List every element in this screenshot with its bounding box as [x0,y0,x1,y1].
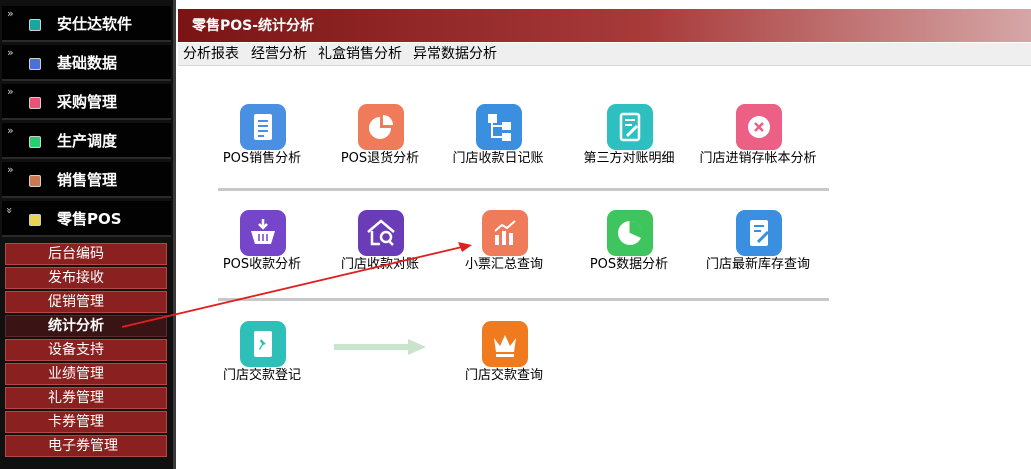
tile-pos-sales-analysis[interactable]: POS销售分析 [197,104,327,192]
module-icon [29,58,41,70]
tab-analysis-reports[interactable]: 分析报表 [183,45,239,63]
close-icon [736,104,782,150]
sidebar: » 安仕达软件 » 基础数据 » 采购管理 » 生产调度 » 销售管理 » 零售… [0,0,176,469]
sidebar-menu-label: 安仕达软件 [57,15,133,33]
tab-abnormal-data[interactable]: 异常数据分析 [413,45,497,63]
tab-gift-box-sales[interactable]: 礼盒销售分析 [318,45,402,63]
notebook-icon [607,104,653,150]
chevron-icon: » [7,7,14,20]
sidebar-menu-label: 生产调度 [57,132,118,150]
sidebar-item-publish-receive[interactable]: 发布接收 [5,267,167,289]
module-icon [29,175,41,187]
tile-receipt-summary[interactable]: 小票汇总查询 [439,210,569,298]
title-bar: 零售POS-统计分析 [178,9,1031,42]
module-icon [29,19,41,31]
flow-arrow [334,339,426,355]
tile-store-deposit-query[interactable]: 门店交款查询 [439,321,569,409]
sidebar-item-statistics[interactable]: 统计分析 [5,315,167,337]
tile-store-deposit-register[interactable]: 门店交款登记 [197,321,327,409]
tile-pos-payment-analysis[interactable]: POS收款分析 [197,210,327,298]
module-icon [29,136,41,148]
page-title: 零售POS-统计分析 [192,18,315,34]
edit-document-icon [736,210,782,256]
tile-label: 门店收款日记账 [452,151,544,166]
sidebar-item-device[interactable]: 设备支持 [5,339,167,361]
tile-label: 门店最新库存查询 [705,257,810,272]
tile-store-payment-reconciliation[interactable]: 门店收款对账 [315,210,445,298]
crown-icon [482,321,528,367]
sidebar-item-label: 后台编码 [48,246,104,262]
sidebar-item-label: 统计分析 [48,318,104,334]
sidebar-item-performance[interactable]: 业绩管理 [5,363,167,385]
sidebar-item-backend-code[interactable]: 后台编码 [5,243,167,265]
tile-label: POS数据分析 [589,257,669,272]
tile-pos-data-analysis[interactable]: POS数据分析 [564,210,694,298]
sidebar-menu-label: 基础数据 [57,54,118,72]
tile-store-latest-inventory[interactable]: 门店最新库存查询 [693,210,823,298]
bar-chart-icon [482,210,528,256]
tile-label: POS销售分析 [222,151,302,166]
tile-third-party-reconciliation[interactable]: 第三方对账明细 [564,104,694,192]
chevron-icon: » [7,124,14,137]
sidebar-menu-production[interactable]: » 生产调度 [2,123,171,159]
basket-icon [240,210,286,256]
tile-label: 门店交款查询 [464,368,543,383]
pie-chart-icon [607,210,653,256]
house-search-icon [358,210,404,256]
tile-label: 小票汇总查询 [464,257,543,272]
tile-label: 门店交款登记 [222,368,301,383]
tile-label: 门店收款对账 [340,257,419,272]
sidebar-menu-label: 采购管理 [57,93,118,111]
sidebar-menu-label: 零售POS [57,210,122,228]
module-icon [29,214,41,226]
chevron-icon: » [7,85,14,98]
tile-store-cash-journal[interactable]: 门店收款日记账 [433,104,563,192]
tile-label: 门店进销存帐本分析 [699,151,817,166]
hierarchy-icon [476,104,522,150]
sidebar-item-label: 卡券管理 [48,414,104,430]
module-icon [29,97,41,109]
tile-store-inventory-ledger[interactable]: 门店进销存帐本分析 [693,104,823,192]
sidebar-item-label: 电子券管理 [48,438,118,454]
pin-icon [240,321,286,367]
chevron-icon: » [7,46,14,59]
tile-label: POS收款分析 [222,257,302,272]
sidebar-menu-sales[interactable]: » 销售管理 [2,162,171,198]
pie-chart-icon [358,104,404,150]
sidebar-item-label: 设备支持 [48,342,104,358]
sidebar-item-label: 促销管理 [48,294,104,310]
sidebar-item-card-voucher[interactable]: 卡券管理 [5,411,167,433]
sidebar-item-gift-voucher[interactable]: 礼券管理 [5,387,167,409]
tab-bar: 分析报表 经营分析 礼盒销售分析 异常数据分析 [178,43,1031,66]
sidebar-menu-anshida[interactable]: » 安仕达软件 [2,6,171,42]
chevron-down-icon: » [2,207,16,214]
sidebar-menu-purchase[interactable]: » 采购管理 [2,84,171,120]
row-divider [218,298,829,301]
sidebar-menu-retail-pos[interactable]: » 零售POS [2,201,171,237]
tile-label: 第三方对账明细 [583,151,675,166]
chevron-icon: » [7,163,14,176]
app-root: » 安仕达软件 » 基础数据 » 采购管理 » 生产调度 » 销售管理 » 零售… [0,0,1031,469]
row-divider [218,188,829,191]
sidebar-item-promotion[interactable]: 促销管理 [5,291,167,313]
tile-label: POS退货分析 [340,151,420,166]
sidebar-menu-basic-data[interactable]: » 基础数据 [2,45,171,81]
document-icon [240,104,286,150]
sidebar-menu-label: 销售管理 [57,171,118,189]
sidebar-item-label: 礼券管理 [48,390,104,406]
tile-pos-return-analysis[interactable]: POS退货分析 [315,104,445,192]
sidebar-item-e-voucher[interactable]: 电子券管理 [5,435,167,457]
tab-business-analysis[interactable]: 经营分析 [251,45,307,63]
sidebar-item-label: 发布接收 [48,270,104,286]
sidebar-item-label: 业绩管理 [48,366,104,382]
